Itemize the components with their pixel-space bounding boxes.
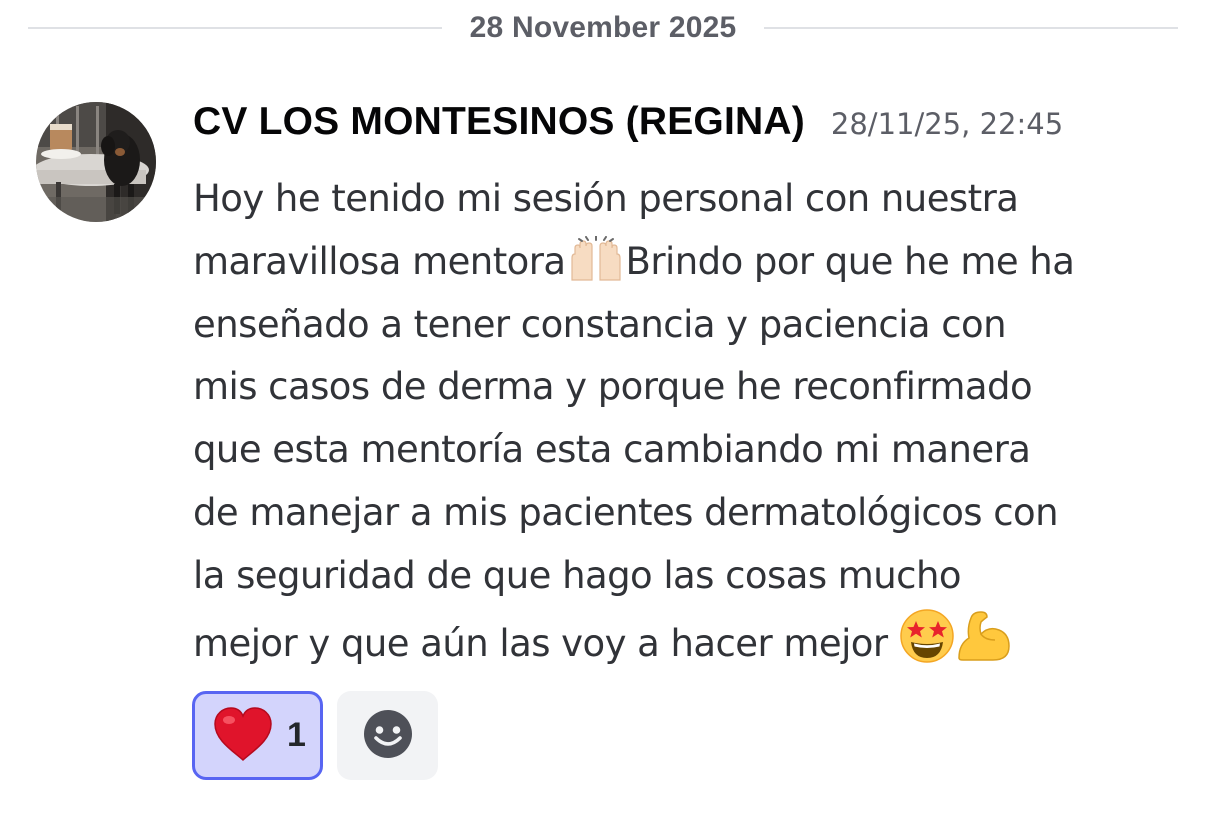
message-line: mis casos de derma y porque he reconfirm… [193,365,1033,409]
message-header: CV LOS MONTESINOS (REGINA) 28/11/25, 22:… [193,100,1183,166]
message-line: Hoy he tenido mi sesión personal con nue… [193,177,1019,220]
message-body: Hoy he tenido mi sesión personal con nue… [193,168,1183,675]
reaction-heart[interactable]: 1 [192,691,323,780]
message-text: Brindo por que he me ha [625,239,1075,283]
message-line: enseñado a tener constancia y paciencia … [193,302,1007,346]
reaction-count: 1 [287,716,306,754]
reactions-bar: 1 [192,691,438,780]
smiley-icon [363,709,412,762]
star-struck-emoji [899,608,955,670]
red-heart-emoji [213,706,273,766]
author-name[interactable]: CV LOS MONTESINOS (REGINA) [193,100,805,144]
message-text: mejor y que aún las voy a hacer mejor [193,621,899,665]
message-line: que esta mentoría esta cambiando mi mane… [193,428,1031,472]
message-line: mejor y que aún las voy a hacer mejor [193,608,1183,676]
divider-line-left [28,27,442,29]
message-line: de manejar a mis pacientes dermatológico… [193,490,1059,534]
divider-date: 28 November 2025 [469,11,737,44]
message-line: maravillosa mentora Brindo por que he me… [193,231,1183,294]
message-timestamp[interactable]: 28/11/25, 22:45 [831,107,1063,141]
message-line: la seguridad de que hago las cosas mucho [193,553,962,597]
raising-hands-emoji [566,234,626,288]
message-content: CV LOS MONTESINOS (REGINA) 28/11/25, 22:… [193,100,1183,675]
avatar[interactable] [36,102,156,222]
message-text: maravillosa mentora [193,239,566,283]
date-divider: 28 November 2025 [28,8,1179,48]
avatar-photo [36,102,156,222]
divider-line-right [764,27,1179,29]
add-reaction-button[interactable] [337,691,438,780]
flexed-biceps-emoji [955,608,1013,670]
